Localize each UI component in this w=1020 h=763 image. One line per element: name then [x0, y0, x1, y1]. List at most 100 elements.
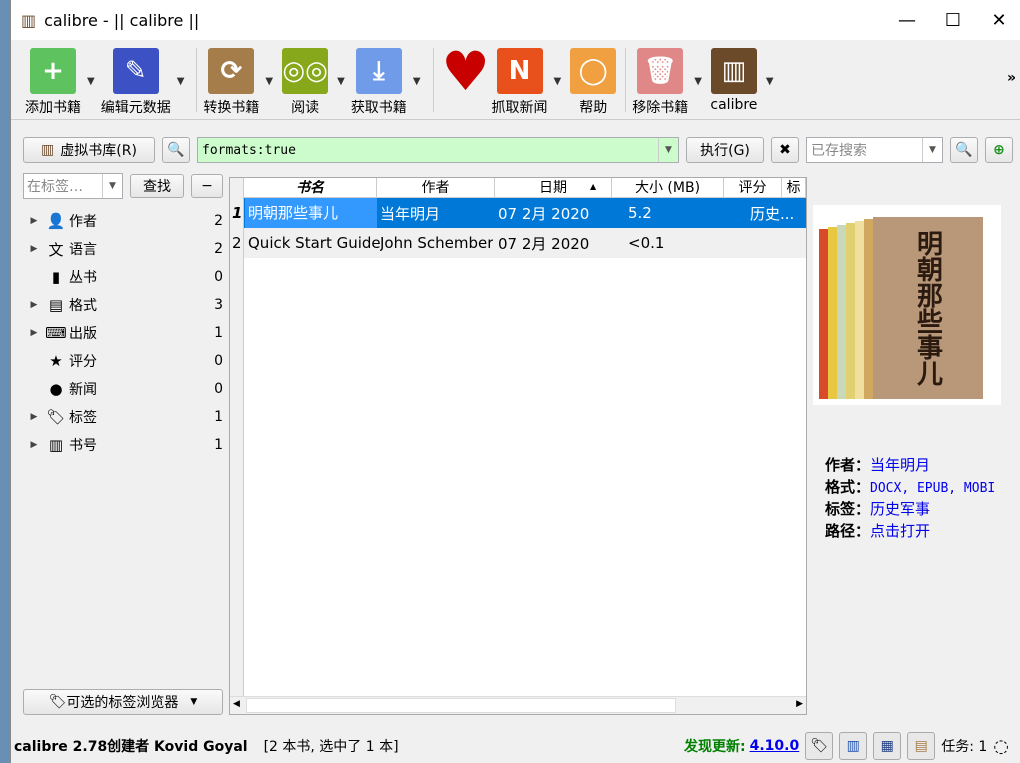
- scroll-right-icon[interactable]: ▶: [796, 699, 803, 709]
- tag-category-isbn-barcode[interactable]: ▶ ▥ 书号 1: [23, 431, 223, 459]
- cell-date: 07 2月 2020: [498, 234, 590, 253]
- cell-tags: 历史...: [750, 204, 795, 223]
- virtual-library-button[interactable]: ▥ 虚拟书库(R): [23, 137, 155, 163]
- help-lifebuoy-icon: ◯: [570, 48, 617, 94]
- horizontal-scrollbar[interactable]: ◀ ▶: [230, 696, 806, 714]
- remove-book-icon: 🗑: [637, 48, 684, 94]
- toolbar-remove-book-button[interactable]: 🗑 移除书籍: [632, 48, 688, 117]
- column-header[interactable]: 作者: [377, 178, 495, 198]
- column-header[interactable]: 书名: [244, 178, 377, 198]
- expand-arrow-icon[interactable]: ▶: [23, 412, 45, 422]
- tag-category-publisher[interactable]: ▶ ⌨ 出版 1: [23, 319, 223, 347]
- tag-category-rating-star[interactable]: ★ 评分 0: [23, 347, 223, 375]
- tag-category-author[interactable]: ▶ 👤 作者 2: [23, 207, 223, 235]
- tag-filter-input[interactable]: 在标签… ▼: [23, 173, 123, 199]
- toolbar-heart-button[interactable]: ♥: [440, 39, 492, 103]
- toolbar-convert-book-button[interactable]: ⟳ 转换书籍: [203, 48, 259, 117]
- expand-arrow-icon[interactable]: ▶: [23, 328, 45, 338]
- scroll-left-icon[interactable]: ◀: [233, 699, 240, 709]
- cell-size: <0.1: [628, 234, 665, 252]
- tag-category-label: 标签: [69, 410, 97, 426]
- toolbar-get-books-button[interactable]: ⤓ 获取书籍: [351, 48, 407, 117]
- saved-search-manage-icon[interactable]: 🔍: [950, 137, 978, 163]
- toolbar-add-book-button[interactable]: + 添加书籍: [25, 48, 81, 117]
- toolbar-edit-metadata-button[interactable]: ✎ 编辑元数据: [101, 48, 171, 117]
- column-header[interactable]: 大小 (MB): [612, 178, 724, 198]
- detail-value-link[interactable]: DOCX, EPUB, MOBI: [870, 481, 995, 496]
- heart-icon: ♥: [441, 39, 490, 103]
- busy-spinner-icon: ◌: [993, 735, 1009, 757]
- tag-category-count: 3: [214, 297, 223, 313]
- tag-browser-toggle-icon[interactable]: 🏷: [805, 732, 834, 760]
- search-icon[interactable]: 🔍: [162, 137, 190, 163]
- status-bar: calibre 2.78创建者 Kovid Goyal [2 本书, 选中了 1…: [11, 732, 1020, 760]
- toolbar-separator: [625, 48, 627, 112]
- row-number-gutter: [230, 178, 244, 696]
- cover-browser-toggle-icon[interactable]: ▤: [907, 732, 936, 760]
- toolbar-label: 获取书籍: [350, 100, 407, 116]
- save-search-plus-icon[interactable]: ⊕: [985, 137, 1013, 163]
- tag-category-news[interactable]: ● 新闻 0: [23, 375, 223, 403]
- search-history-dropdown[interactable]: ▼: [658, 138, 678, 162]
- update-version-link[interactable]: 4.10.0: [750, 738, 800, 754]
- chevron-down-icon[interactable]: ▼: [554, 76, 562, 87]
- tag-find-button[interactable]: 查找: [130, 174, 184, 198]
- chevron-down-icon[interactable]: ▼: [177, 76, 185, 87]
- toolbar-more-button[interactable]: »: [1007, 70, 1016, 86]
- execute-search-button[interactable]: 执行(G): [686, 137, 764, 163]
- row-number: 1: [232, 204, 243, 222]
- toolbar-read-book-button[interactable]: ◎◎ 阅读: [279, 48, 331, 117]
- maximize-button[interactable]: ☐: [930, 0, 976, 40]
- saved-search-input[interactable]: 已存搜索 ▼: [806, 137, 943, 163]
- table-row[interactable]: 1 明朝那些事儿 当年明月 07 2月 2020 5.2 历史...: [230, 198, 806, 228]
- tag-category-label: 丛书: [69, 270, 97, 286]
- close-button[interactable]: ✕: [976, 0, 1020, 40]
- book-cover: 明朝那些事儿: [813, 205, 1001, 405]
- detail-value-link[interactable]: 点击打开: [870, 522, 930, 540]
- chevron-down-icon[interactable]: ▼: [413, 76, 421, 87]
- cell-author: 当年明月: [380, 204, 441, 223]
- tag-category-label: 语言: [69, 242, 97, 258]
- table-row[interactable]: 2 Quick Start Guide John Schember 07 2月 202…: [230, 228, 806, 258]
- tag-category-tag[interactable]: ▶ 🏷 标签 1: [23, 403, 223, 431]
- tag-filter-placeholder: 在标签…: [27, 179, 83, 195]
- tag-category-label: 作者: [69, 214, 97, 230]
- detail-label: 路径：: [825, 522, 871, 540]
- detail-value-link[interactable]: 历史军事: [870, 500, 930, 518]
- expand-arrow-icon[interactable]: ▶: [23, 300, 45, 310]
- toolbar-help-lifebuoy-button[interactable]: ◯ 帮助: [567, 48, 619, 117]
- saved-search-dropdown[interactable]: ▼: [922, 138, 942, 162]
- toolbar-calibre-library-button[interactable]: ▥ calibre: [708, 48, 760, 113]
- cover-grid-toggle-icon[interactable]: ▦: [873, 732, 902, 760]
- calibre-window: ▥ calibre - || calibre || — ☐ ✕ + 添加书籍 ▼ ✎ 编…: [10, 0, 1020, 763]
- book-details-toggle-icon[interactable]: ▥: [839, 732, 868, 760]
- expand-arrow-icon[interactable]: ▶: [23, 244, 45, 254]
- column-header[interactable]: 评分: [724, 178, 782, 198]
- tag-filter-dropdown[interactable]: ▼: [102, 174, 122, 198]
- clear-search-icon[interactable]: ✖: [771, 137, 799, 163]
- tag-category-language[interactable]: ▶ 文语言 2: [23, 235, 223, 263]
- tag-category-format[interactable]: ▶ ▤ 格式 3: [23, 291, 223, 319]
- chevron-down-icon[interactable]: ▼: [337, 76, 345, 87]
- chevron-down-icon[interactable]: ▼: [694, 76, 702, 87]
- search-input[interactable]: formats:true ▼: [197, 137, 679, 163]
- toolbar-fetch-news-button[interactable]: N 抓取新闻: [492, 48, 548, 117]
- tag-category-label: 评分: [69, 354, 97, 370]
- scrollbar-thumb[interactable]: [246, 698, 676, 713]
- column-header[interactable]: 标签: [782, 178, 806, 216]
- collapse-all-button[interactable]: −: [191, 174, 223, 198]
- tag-category-series[interactable]: ▮ 丛书 0: [23, 263, 223, 291]
- fetch-news-icon: N: [496, 48, 543, 94]
- detail-value-link[interactable]: 当年明月: [870, 456, 930, 474]
- cell-date: 07 2月 2020: [498, 204, 590, 223]
- series-icon: ▮: [51, 268, 61, 286]
- expand-arrow-icon[interactable]: ▶: [23, 440, 45, 450]
- expand-arrow-icon[interactable]: ▶: [23, 216, 45, 226]
- alternate-tag-browser-button[interactable]: 🏷 可选的标签浏览器 ▼: [23, 689, 223, 715]
- chevron-down-icon[interactable]: ▼: [265, 76, 273, 87]
- jobs-indicator[interactable]: 任务: 1: [941, 736, 987, 756]
- chevron-down-icon[interactable]: ▼: [87, 76, 95, 87]
- chevron-down-icon[interactable]: ▼: [766, 76, 774, 87]
- minimize-button[interactable]: —: [884, 0, 930, 40]
- sort-ascending-icon: ▲: [590, 182, 597, 191]
